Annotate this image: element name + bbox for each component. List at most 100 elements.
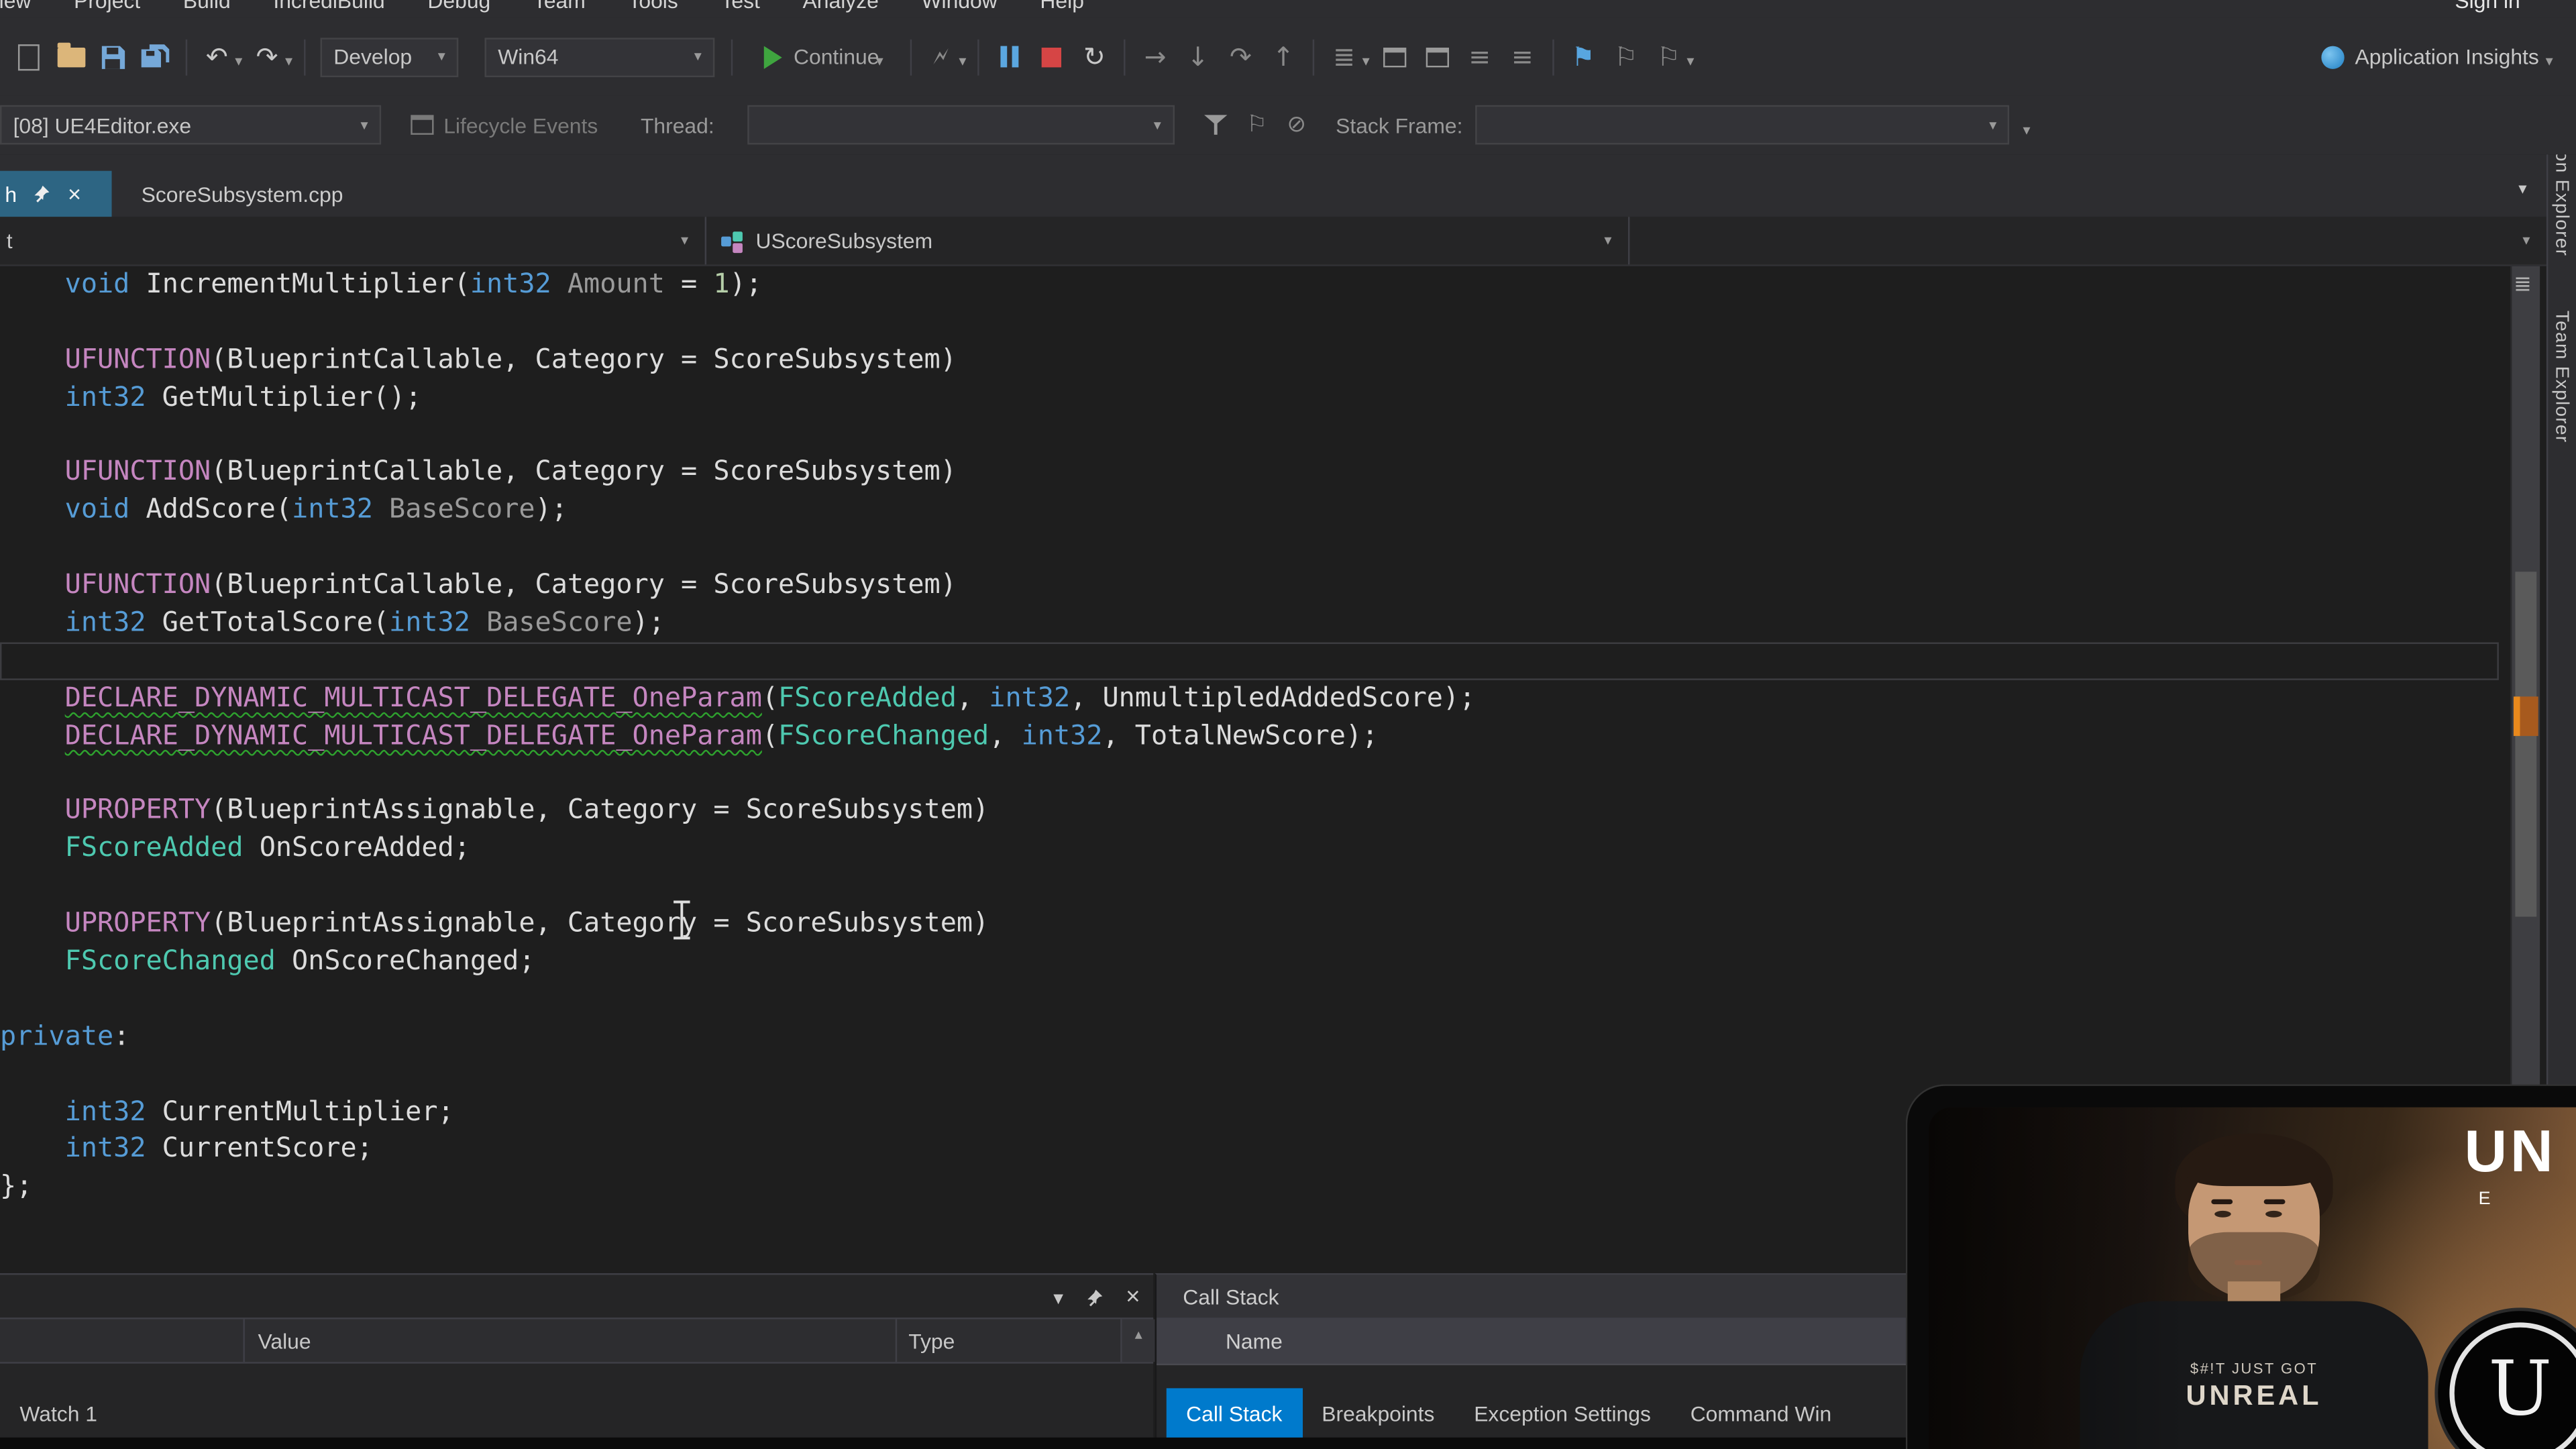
menu-item-analyze[interactable]: Analyze bbox=[782, 0, 900, 18]
suppress-icon[interactable]: ⊘ bbox=[1287, 112, 1306, 138]
scope-dropdown[interactable]: t ▾ bbox=[0, 217, 706, 264]
uncomment-icon[interactable]: ≡ bbox=[1501, 36, 1544, 78]
tool-tab-call-stack[interactable]: Call Stack bbox=[1167, 1388, 1302, 1437]
scrollbar-caret-marker bbox=[2514, 696, 2538, 736]
sign-in-link[interactable]: Sign in bbox=[2455, 0, 2520, 18]
column-header-type[interactable]: Type bbox=[908, 1329, 955, 1354]
undo-icon[interactable]: ↶ bbox=[195, 36, 238, 78]
redo-dropdown-icon[interactable]: ▾ bbox=[285, 52, 292, 70]
tab-list-dropdown-icon[interactable]: ▾ bbox=[2518, 180, 2526, 199]
menu-item-view[interactable]: View bbox=[0, 0, 52, 18]
comment-icon[interactable]: ≡ bbox=[1458, 36, 1501, 78]
code-line[interactable]: void AddScore(int32 BaseScore); bbox=[0, 492, 2499, 529]
code-line[interactable] bbox=[0, 755, 2499, 792]
lifecycle-events-icon bbox=[401, 103, 444, 146]
code-line[interactable] bbox=[0, 981, 2499, 1018]
application-insights-label[interactable]: Application Insights bbox=[2355, 44, 2538, 69]
step-over-icon[interactable]: ↷ bbox=[1220, 36, 1263, 78]
code-line[interactable]: DECLARE_DYNAMIC_MULTICAST_DELEGATE_OnePa… bbox=[0, 717, 2499, 755]
process-dropdown[interactable]: [08] UE4Editor.exe ▾ bbox=[0, 105, 381, 145]
rail-tab-team-explorer[interactable]: Team Explorer bbox=[2551, 311, 2571, 443]
save-all-icon[interactable] bbox=[135, 36, 178, 78]
continue-button[interactable]: Continue ▾ bbox=[764, 43, 887, 71]
code-line[interactable] bbox=[0, 529, 2499, 567]
code-line[interactable]: void IncrementMultiplier(int32 Amount = … bbox=[0, 266, 2499, 304]
close-icon[interactable]: × bbox=[1126, 1283, 1140, 1311]
filter-threads-icon[interactable] bbox=[1203, 114, 1226, 136]
menu-item-debug[interactable]: Debug bbox=[407, 0, 513, 18]
tab-scoresubsystem-cpp[interactable]: ScoreSubsystem.cpp bbox=[118, 171, 366, 217]
code-line[interactable]: FScoreChanged OnScoreChanged; bbox=[0, 943, 2499, 981]
column-header-value[interactable]: Value bbox=[258, 1329, 311, 1354]
hot-reload-icon[interactable]: 🗲 bbox=[920, 36, 963, 78]
close-icon[interactable]: × bbox=[68, 180, 81, 207]
watch-scrollbar[interactable]: ▴ bbox=[1120, 1320, 1155, 1362]
step-into-icon[interactable]: ↓ bbox=[1177, 36, 1220, 78]
breakpoints-window-icon[interactable] bbox=[1373, 36, 1416, 78]
scroll-up-icon[interactable]: ▴ bbox=[1135, 1326, 1142, 1342]
restart-icon[interactable]: ↻ bbox=[1073, 36, 1116, 78]
chevron-down-icon[interactable]: ▾ bbox=[2546, 52, 2553, 70]
code-line[interactable]: DECLARE_DYNAMIC_MULTICAST_DELEGATE_OnePa… bbox=[0, 680, 2499, 717]
tool-tab-watch-1[interactable]: Watch 1 bbox=[0, 1388, 117, 1437]
tool-tab-command-win[interactable]: Command Win bbox=[1670, 1388, 1851, 1437]
menu-item-test[interactable]: Test bbox=[700, 0, 782, 18]
stack-frame-dropdown[interactable]: ▾ bbox=[1476, 105, 2010, 145]
document-outline-icon[interactable]: ≣ bbox=[2514, 273, 2532, 298]
code-line[interactable]: FScoreAdded OnScoreAdded; bbox=[0, 830, 2499, 868]
bookmark-icon[interactable]: ⚑ bbox=[1562, 36, 1605, 78]
chevron-down-icon[interactable]: ▾ bbox=[1686, 52, 1694, 70]
pin-icon[interactable] bbox=[32, 184, 51, 203]
chevron-down-icon[interactable]: ▾ bbox=[1362, 52, 1370, 70]
undo-dropdown-icon[interactable]: ▾ bbox=[235, 52, 242, 70]
platform-dropdown[interactable]: Win64 ▾ bbox=[485, 37, 715, 76]
stop-icon[interactable] bbox=[1030, 36, 1073, 78]
menu-item-build[interactable]: Build bbox=[162, 0, 252, 18]
redo-icon[interactable]: ↷ bbox=[246, 36, 288, 78]
menu-item-team[interactable]: Team bbox=[512, 0, 607, 18]
code-line[interactable]: private: bbox=[0, 1018, 2499, 1056]
open-folder-icon[interactable] bbox=[49, 36, 92, 78]
code-line[interactable]: UFUNCTION(BlueprintCallable, Category = … bbox=[0, 567, 2499, 604]
menu-item-window[interactable]: Window bbox=[900, 0, 1019, 18]
column-header-name[interactable]: Name bbox=[1157, 1328, 1283, 1353]
immediate-window-icon[interactable] bbox=[1415, 36, 1458, 78]
menu-item-project[interactable]: Project bbox=[52, 0, 162, 18]
code-line[interactable] bbox=[0, 642, 2499, 680]
pin-icon[interactable] bbox=[1085, 1287, 1104, 1307]
code-line[interactable]: int32 GetTotalScore(int32 BaseScore); bbox=[0, 604, 2499, 642]
code-line[interactable]: UFUNCTION(BlueprintCallable, Category = … bbox=[0, 454, 2499, 492]
scrollbar-thumb[interactable] bbox=[2515, 572, 2536, 916]
save-icon[interactable] bbox=[92, 36, 135, 78]
chevron-down-icon[interactable]: ▾ bbox=[959, 52, 966, 70]
code-line[interactable]: int32 GetMultiplier(); bbox=[0, 379, 2499, 417]
menu-item-incredibuild[interactable]: IncrediBuild bbox=[252, 0, 407, 18]
window-position-dropdown-icon[interactable]: ▾ bbox=[1053, 1285, 1063, 1308]
tab-scoresubsystem-h[interactable]: h × bbox=[0, 171, 112, 217]
code-line[interactable]: UPROPERTY(BlueprintAssignable, Category … bbox=[0, 793, 2499, 830]
flag-threads-icon[interactable]: ⚐ bbox=[1246, 112, 1267, 138]
thread-dropdown[interactable]: ▾ bbox=[747, 105, 1175, 145]
rail-tab-solution-explorer[interactable]: Solution Explorer bbox=[2551, 154, 2571, 256]
code-line[interactable] bbox=[0, 304, 2499, 341]
pause-icon[interactable] bbox=[987, 36, 1030, 78]
menu-item-tools[interactable]: Tools bbox=[607, 0, 700, 18]
previous-bookmark-icon[interactable]: ⚐ bbox=[1605, 36, 1648, 78]
new-file-icon[interactable] bbox=[7, 36, 50, 78]
code-line[interactable]: UFUNCTION(BlueprintCallable, Category = … bbox=[0, 341, 2499, 379]
next-bookmark-icon[interactable]: ⚐ bbox=[1648, 36, 1690, 78]
solution-config-dropdown[interactable]: Develop ▾ bbox=[321, 37, 459, 76]
step-out-icon[interactable]: ↑ bbox=[1262, 36, 1305, 78]
member-dropdown[interactable]: ▾ bbox=[1629, 217, 2546, 264]
type-dropdown[interactable]: UScoreSubsystem ▾ bbox=[706, 217, 1629, 264]
code-line[interactable]: UPROPERTY(BlueprintAssignable, Category … bbox=[0, 906, 2499, 943]
process-value: [08] UE4Editor.exe bbox=[13, 113, 191, 138]
menu-item-help[interactable]: Help bbox=[1019, 0, 1106, 18]
code-line[interactable] bbox=[0, 868, 2499, 906]
tool-tab-breakpoints[interactable]: Breakpoints bbox=[1302, 1388, 1454, 1437]
show-next-statement-icon[interactable]: → bbox=[1134, 36, 1177, 78]
debug-windows-icon[interactable]: ≣ bbox=[1323, 36, 1366, 78]
code-line[interactable] bbox=[0, 417, 2499, 454]
tool-tab-exception-settings[interactable]: Exception Settings bbox=[1454, 1388, 1671, 1437]
toolbar-overflow-icon[interactable]: ▾ bbox=[2023, 121, 2031, 139]
